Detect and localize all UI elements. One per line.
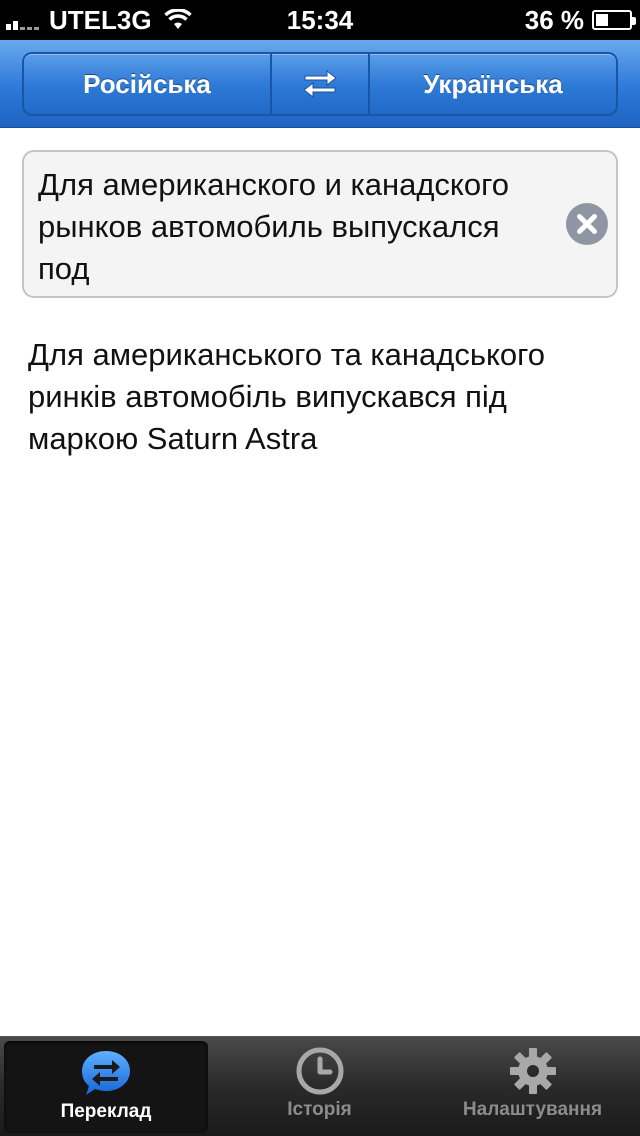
source-language-label: Російська xyxy=(83,68,211,99)
status-bar: UTEL3G 15:34 36 % xyxy=(0,0,640,40)
translation-output: Для американського та канадського ринків… xyxy=(28,337,546,456)
tab-bar: Переклад Історія Налаштування xyxy=(0,1036,640,1136)
source-text-field[interactable]: Для американского и канадского рынков ав… xyxy=(22,150,618,298)
gear-icon xyxy=(509,1048,556,1094)
clock-icon xyxy=(296,1047,343,1095)
translate-icon xyxy=(82,1051,130,1095)
tab-translate-label: Переклад xyxy=(60,1101,152,1122)
tab-translate[interactable]: Переклад xyxy=(4,1041,208,1133)
tab-settings-label: Налаштування xyxy=(462,1099,603,1120)
status-right: 36 % xyxy=(524,4,636,36)
clear-icon[interactable] xyxy=(566,203,608,245)
target-language-label: Українська xyxy=(423,68,563,99)
tab-settings[interactable]: Налаштування xyxy=(426,1037,639,1136)
swap-arrows-icon xyxy=(303,69,337,99)
target-language-button[interactable]: Українська xyxy=(370,54,616,114)
tab-history[interactable]: Історія xyxy=(213,1037,426,1136)
tab-history-label: Історія xyxy=(287,1099,352,1120)
source-language-button[interactable]: Російська xyxy=(24,54,272,114)
battery-icon xyxy=(592,10,636,30)
source-text[interactable]: Для американского и канадского рынков ав… xyxy=(38,164,558,290)
language-bar: Російська Українська xyxy=(0,40,640,128)
language-segmented-control: Російська Українська xyxy=(22,52,618,116)
battery-percent: 36 % xyxy=(524,4,584,35)
swap-languages-button[interactable] xyxy=(272,54,370,114)
